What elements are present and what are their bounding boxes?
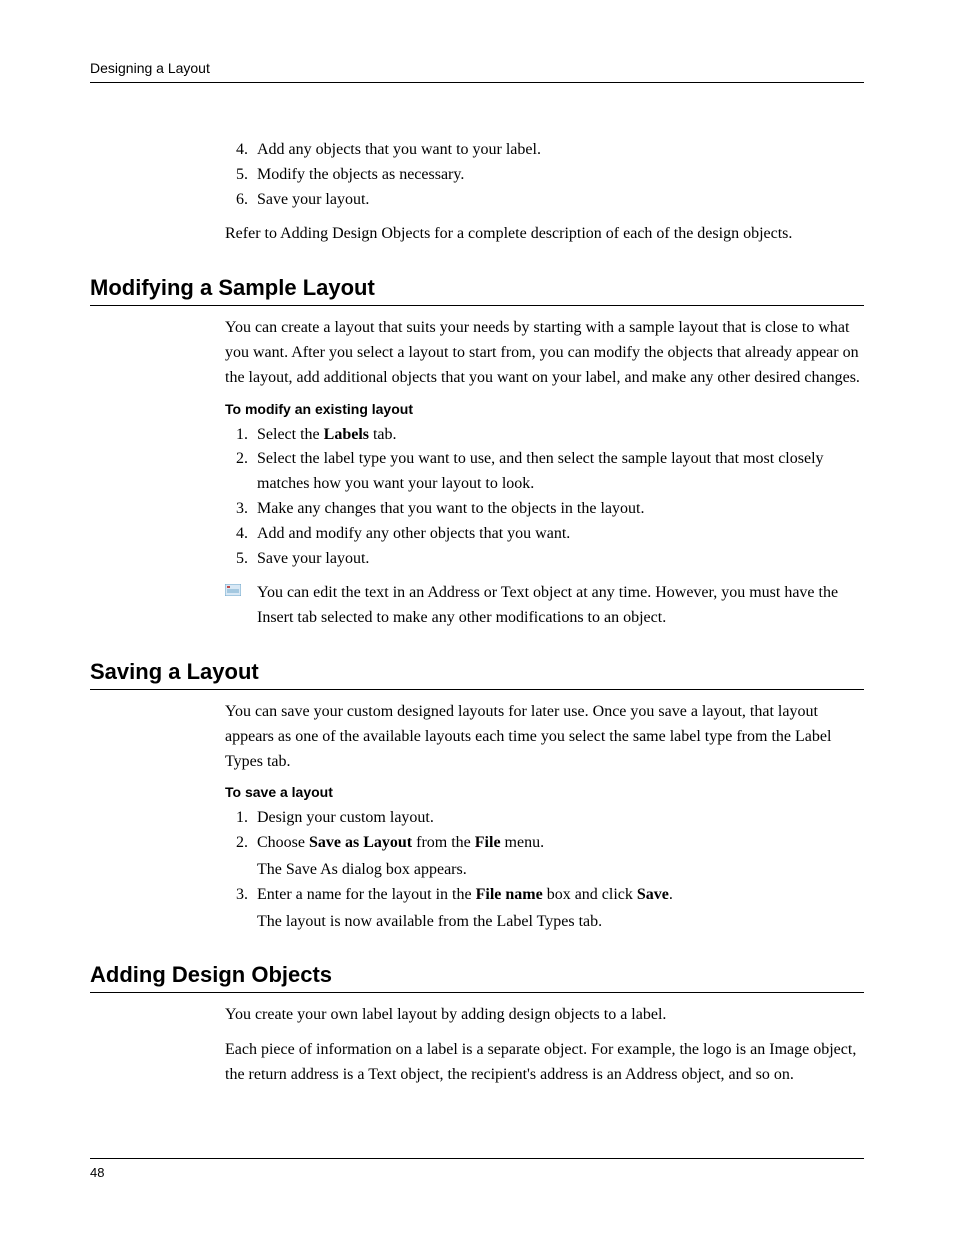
list-item: 3. Make any changes that you want to the … — [225, 497, 864, 522]
body-column: You can save your custom designed layout… — [225, 700, 864, 934]
note-icon — [225, 584, 241, 596]
heading-modifying: Modifying a Sample Layout — [90, 275, 864, 306]
list-number: 3. — [230, 497, 248, 522]
note-text: You can edit the text in an Address or T… — [257, 584, 838, 626]
list-text: Choose Save as Layout from the File menu… — [257, 834, 544, 851]
list-text: Select the label type you want to use, a… — [257, 450, 824, 492]
list-text: Select the Labels tab. — [257, 426, 397, 443]
list-item: 6. Save your layout. — [225, 188, 864, 213]
list-number: 1. — [230, 806, 248, 831]
page-number: 48 — [90, 1165, 104, 1180]
list-text: Add any objects that you want to your la… — [257, 141, 541, 158]
ordered-list: 1. Design your custom layout. 2. Choose S… — [225, 806, 864, 934]
continued-ordered-list: 4. Add any objects that you want to your … — [225, 138, 864, 212]
body-column: 4. Add any objects that you want to your … — [225, 138, 864, 247]
list-item: 3. Enter a name for the layout in the Fi… — [225, 883, 864, 935]
running-header: Designing a Layout — [90, 60, 864, 83]
paragraph: You create your own label layout by addi… — [225, 1003, 864, 1028]
paragraph: You can create a layout that suits your … — [225, 316, 864, 390]
list-number: 1. — [230, 423, 248, 448]
note: You can edit the text in an Address or T… — [225, 581, 864, 631]
list-text: Save your layout. — [257, 550, 369, 567]
list-number: 2. — [230, 831, 248, 856]
list-item: 5. Save your layout. — [225, 547, 864, 572]
list-item: 4. Add any objects that you want to your … — [225, 138, 864, 163]
heading-adding: Adding Design Objects — [90, 962, 864, 993]
body-column: You create your own label layout by addi… — [225, 1003, 864, 1087]
list-text: Make any changes that you want to the ob… — [257, 500, 644, 517]
list-result: The Save As dialog box appears. — [257, 858, 864, 883]
procedure-heading: To save a layout — [225, 784, 864, 800]
procedure-heading: To modify an existing layout — [225, 401, 864, 417]
list-item: 2. Choose Save as Layout from the File m… — [225, 831, 864, 883]
list-text: Add and modify any other objects that yo… — [257, 525, 570, 542]
list-text: Modify the objects as necessary. — [257, 166, 464, 183]
paragraph: Each piece of information on a label is … — [225, 1038, 864, 1088]
list-item: 5. Modify the objects as necessary. — [225, 163, 864, 188]
paragraph: Refer to Adding Design Objects for a com… — [225, 222, 864, 247]
list-number: 4. — [230, 138, 248, 163]
heading-saving: Saving a Layout — [90, 659, 864, 690]
list-text: Design your custom layout. — [257, 809, 434, 826]
list-item: 4. Add and modify any other objects that … — [225, 522, 864, 547]
list-number: 3. — [230, 883, 248, 908]
list-text: Save your layout. — [257, 191, 369, 208]
list-item: 1. Select the Labels tab. — [225, 423, 864, 448]
list-number: 6. — [230, 188, 248, 213]
page: Designing a Layout 4. Add any objects tha… — [0, 0, 954, 1235]
body-column: You can create a layout that suits your … — [225, 316, 864, 631]
page-footer: 48 — [90, 1158, 864, 1180]
list-item: 1. Design your custom layout. — [225, 806, 864, 831]
list-result: The layout is now available from the Lab… — [257, 910, 864, 935]
list-number: 5. — [230, 547, 248, 572]
list-number: 2. — [230, 447, 248, 472]
ordered-list: 1. Select the Labels tab. 2. Select the l… — [225, 423, 864, 572]
list-item: 2. Select the label type you want to use,… — [225, 447, 864, 497]
list-number: 5. — [230, 163, 248, 188]
paragraph: You can save your custom designed layout… — [225, 700, 864, 774]
list-number: 4. — [230, 522, 248, 547]
list-text: Enter a name for the layout in the File … — [257, 886, 673, 903]
